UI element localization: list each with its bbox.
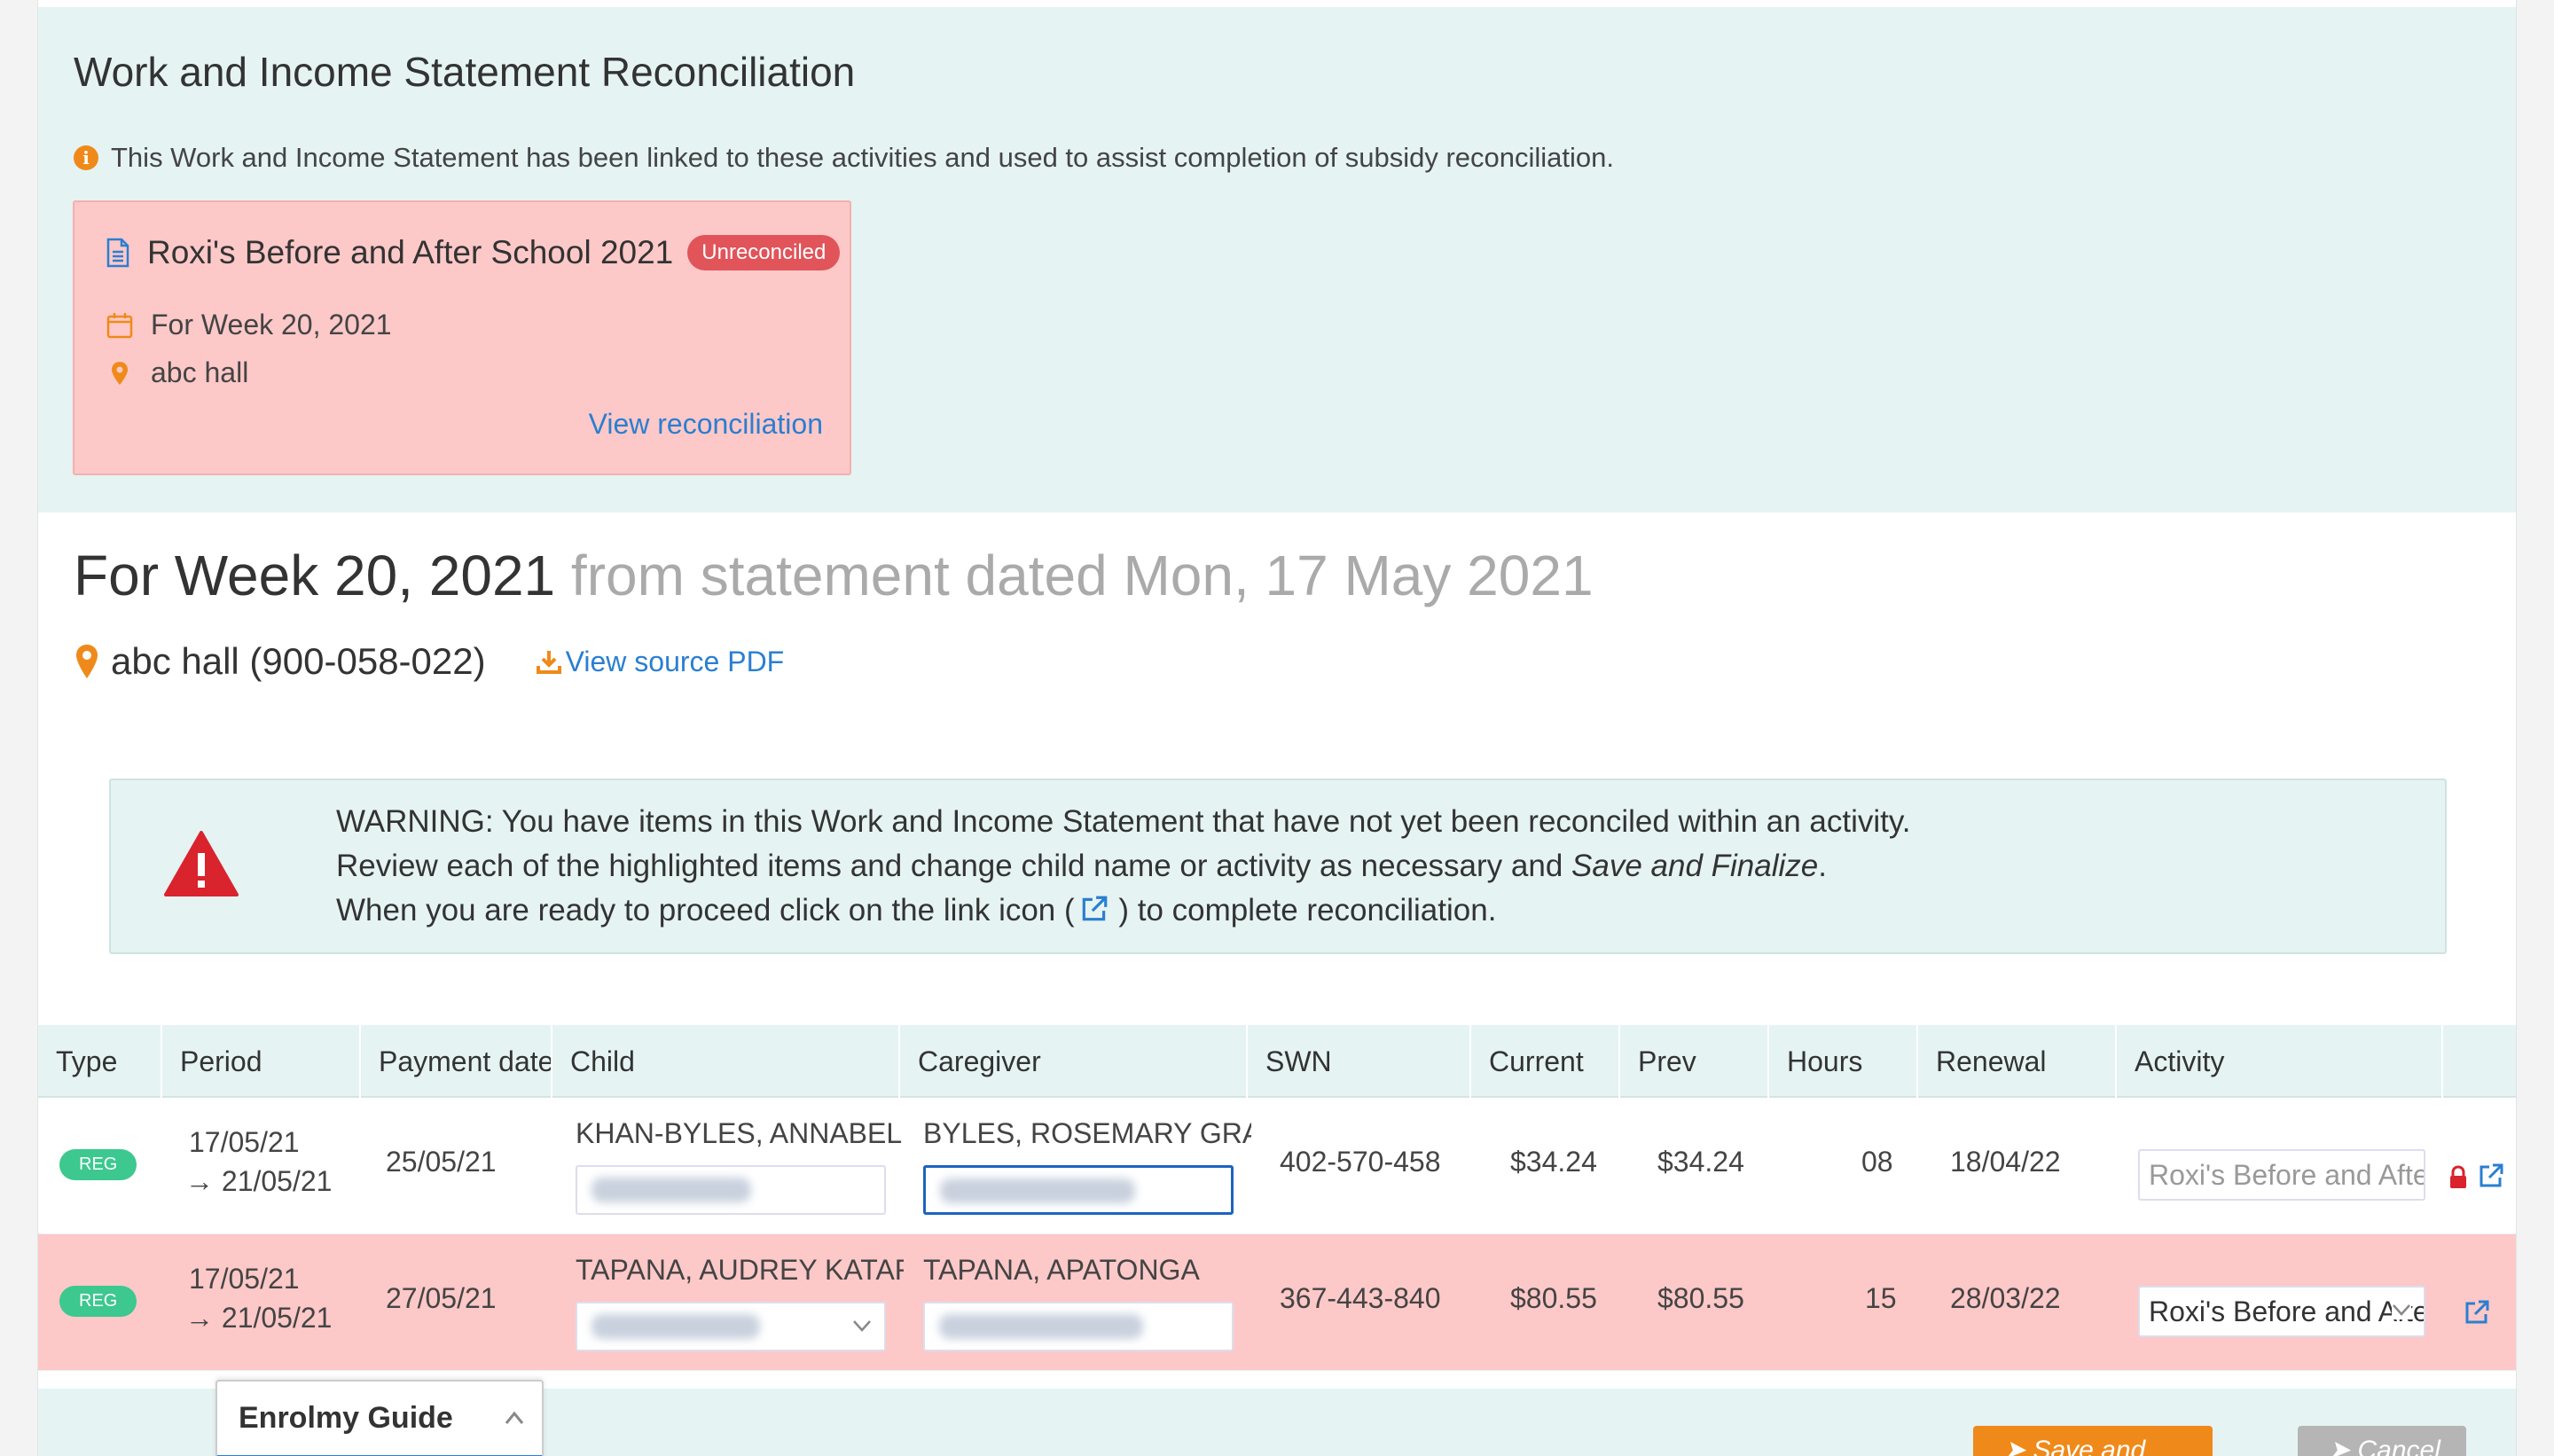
caregiver-name: TAPANA, APATONGA [923, 1254, 1200, 1286]
warning-line-2-text: Review each of the highlighted items and… [336, 849, 1572, 883]
calendar-icon [106, 312, 133, 338]
period-end: → 21/05/21 [185, 1165, 333, 1197]
column-child[interactable]: Child [552, 1025, 900, 1098]
chevron-up-icon[interactable] [505, 1410, 524, 1426]
card-location-text: abc hall [151, 356, 249, 388]
guide-widget[interactable]: Enrolmy Guide [215, 1380, 544, 1456]
lock-icon [2450, 1165, 2466, 1188]
column-payment-date[interactable]: Payment date [361, 1025, 552, 1098]
statement-date: from statement dated Mon, 17 May 2021 [570, 544, 1594, 607]
redacted-value [591, 1178, 751, 1202]
column-current[interactable]: Current [1471, 1025, 1620, 1098]
view-source-pdf-label: View source PDF [565, 645, 785, 677]
status-badge: Unreconciled [687, 235, 841, 270]
reconciliation-panel: Work and Income Statement Reconciliation… [38, 0, 2516, 513]
caregiver-input[interactable] [923, 1165, 1234, 1215]
statement-location-text: abc hall (900-058-022) [111, 640, 486, 682]
current-amount: $80.55 [1510, 1282, 1597, 1314]
child-name: TAPANA, AUDREY KATARINA [576, 1254, 904, 1286]
column-caregiver[interactable]: Caregiver [900, 1025, 1248, 1098]
swn: 367-443-840 [1280, 1282, 1441, 1314]
column-actions [2443, 1025, 2518, 1098]
activity-card: Roxi's Before and After School 2021 Unre… [73, 200, 851, 475]
card-week-text: For Week 20, 2021 [151, 309, 392, 341]
child-input[interactable] [576, 1165, 886, 1215]
redacted-value [591, 1314, 760, 1339]
current-amount: $34.24 [1510, 1146, 1597, 1178]
caregiver-name: BYLES, ROSEMARY GRACE [923, 1117, 1251, 1149]
warning-text: WARNING: You have items in this Work and… [336, 800, 1911, 933]
warning-line-2: Review each of the highlighted items and… [336, 844, 1911, 888]
period-end: → 21/05/21 [185, 1302, 333, 1334]
guide-label: Enrolmy Guide [239, 1401, 453, 1435]
activity-select: Roxi's Before and After School 2021 [2138, 1149, 2425, 1201]
card-week: For Week 20, 2021 [106, 309, 392, 341]
activity-select-value: Roxi's Before and After School 2021 [2149, 1296, 2424, 1327]
view-source-pdf-link[interactable]: View source PDF [536, 645, 785, 678]
card-location: abc hall [106, 356, 248, 389]
column-renewal[interactable]: Renewal [1918, 1025, 2117, 1098]
external-link-icon [1082, 896, 1107, 921]
card-activity-name: Roxi's Before and After School 2021 [147, 234, 674, 270]
prev-amount: $80.55 [1657, 1282, 1744, 1314]
period-start: 17/05/21 [189, 1126, 300, 1158]
external-link-icon[interactable] [2463, 1298, 2491, 1327]
warning-line-3: When you are ready to proceed click on t… [336, 888, 1911, 933]
column-type[interactable]: Type [38, 1025, 162, 1098]
statement-table: Type Period Payment date Child Caregiver… [38, 1025, 2516, 1371]
column-activity[interactable]: Activity [2117, 1025, 2443, 1098]
statement-week: For Week 20, 2021 [74, 544, 556, 607]
column-prev[interactable]: Prev [1620, 1025, 1769, 1098]
renewal-date: 18/04/22 [1950, 1146, 2061, 1178]
cancel-button[interactable]: ➤ Cancel [2298, 1426, 2466, 1456]
renewal-date: 28/03/22 [1950, 1282, 2061, 1314]
info-icon: i [74, 145, 98, 170]
child-name: KHAN-BYLES, ANNABELLE [576, 1117, 904, 1149]
column-hours[interactable]: Hours [1769, 1025, 1918, 1098]
external-link-icon[interactable] [2477, 1162, 2505, 1190]
warning-icon [164, 831, 239, 896]
panel-title: Work and Income Statement Reconciliation [74, 49, 856, 95]
warning-save-emphasis: Save and Finalize [1571, 849, 1819, 883]
save-and-finalize-button[interactable]: ➤ Save and Finalize [1973, 1426, 2213, 1456]
type-badge: REG [59, 1286, 137, 1317]
child-select[interactable] [576, 1302, 886, 1351]
info-message: i This Work and Income Statement has bee… [74, 142, 1614, 174]
swn: 402-570-458 [1280, 1146, 1441, 1178]
warning-line-3-end: ) to complete reconciliation. [1109, 893, 1497, 928]
type-badge: REG [59, 1149, 137, 1180]
payment-date: 27/05/21 [386, 1282, 497, 1314]
view-reconciliation-link[interactable]: View reconciliation [589, 408, 823, 441]
period-start: 17/05/21 [189, 1263, 300, 1295]
warning-line-2-end: . [1818, 849, 1827, 883]
activity-select[interactable]: Roxi's Before and After School 2021 [2138, 1286, 2425, 1337]
page: Work and Income Statement Reconciliation… [37, 0, 2517, 1456]
redacted-value [939, 1314, 1143, 1339]
warning-line-3-text: When you are ready to proceed click on t… [336, 893, 1075, 928]
download-icon [536, 651, 561, 674]
prev-amount: $34.24 [1657, 1146, 1744, 1178]
column-period[interactable]: Period [162, 1025, 361, 1098]
payment-date: 25/05/21 [386, 1146, 497, 1178]
statement-location: abc hall (900-058-022) View source PDF [74, 640, 784, 683]
document-icon [106, 238, 129, 268]
table-row: REG 17/05/21 → 21/05/21 25/05/21 KHAN-BY… [38, 1098, 2516, 1234]
statement-title: For Week 20, 2021 from statement dated M… [74, 543, 1594, 608]
warning-box: WARNING: You have items in this Work and… [109, 779, 2447, 954]
caregiver-input[interactable] [923, 1302, 1234, 1351]
warning-line-1: WARNING: You have items in this Work and… [336, 804, 1911, 839]
chevron-down-icon [853, 1320, 871, 1332]
card-title: Roxi's Before and After School 2021 Unre… [106, 234, 841, 271]
info-text: This Work and Income Statement has been … [111, 142, 1614, 173]
map-pin-icon [112, 361, 128, 385]
hours: 15 [1865, 1282, 1897, 1314]
column-swn[interactable]: SWN [1248, 1025, 1471, 1098]
table-header: Type Period Payment date Child Caregiver… [38, 1025, 2516, 1098]
table-row: REG 17/05/21 → 21/05/21 27/05/21 TAPANA,… [38, 1234, 2516, 1371]
map-pin-icon [76, 645, 98, 678]
hours: 08 [1861, 1146, 1893, 1178]
chevron-down-icon [2392, 1300, 2411, 1319]
redacted-value [940, 1178, 1135, 1203]
